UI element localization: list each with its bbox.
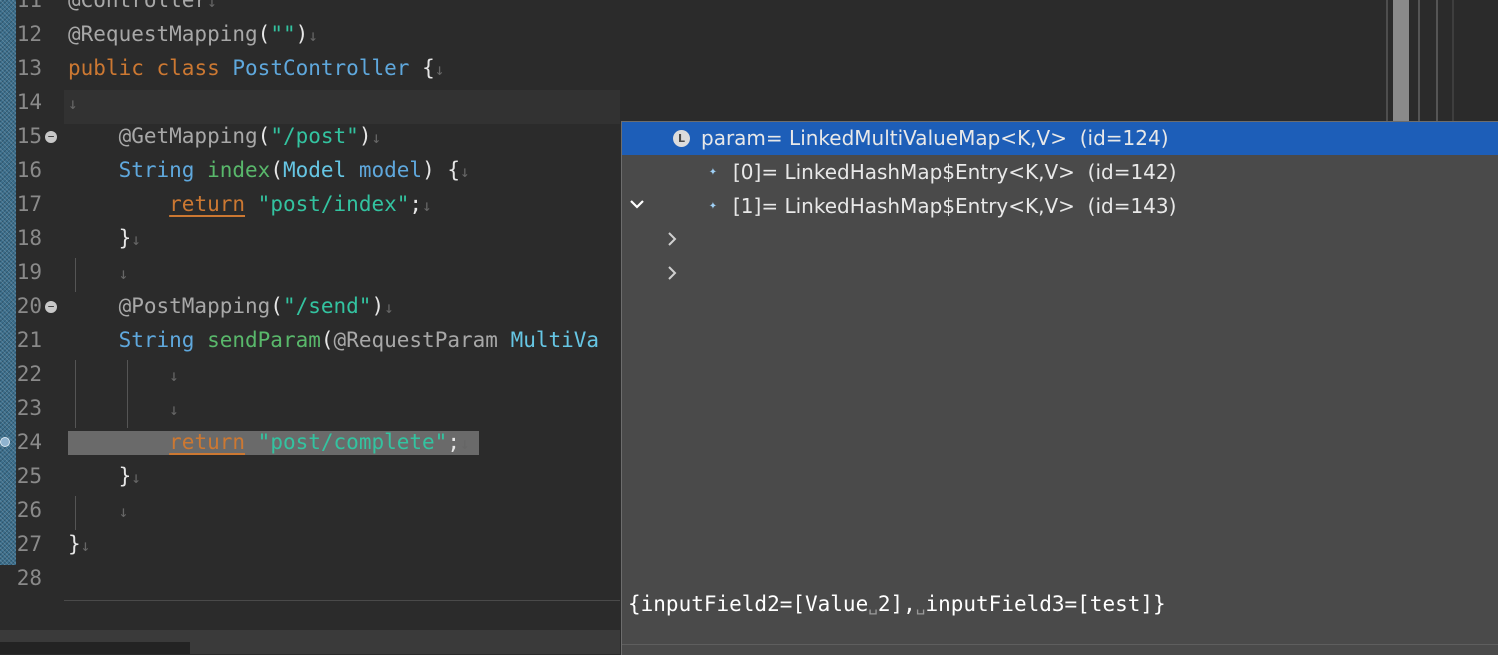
line-number: 26 [16, 498, 42, 522]
fold-collapse-icon[interactable]: − [45, 301, 57, 313]
code-line-17: return "post/index";↓ [169, 192, 432, 216]
breakpoint-icon[interactable] [0, 437, 10, 447]
chevron-down-icon[interactable] [630, 132, 644, 209]
scrollbar-divider [1452, 0, 1454, 122]
line-number: 25 [16, 464, 42, 488]
line-number: 13 [16, 56, 42, 80]
line-number: 22 [16, 362, 42, 386]
line-number: 21 [16, 328, 42, 352]
vertical-scrollbar-thumb[interactable] [1393, 0, 1409, 122]
editor-bottom-border [64, 600, 620, 601]
code-line-14: ↓ [68, 94, 78, 113]
code-line-11: @Controller↓ [68, 0, 217, 12]
code-line-22: ↓ [169, 366, 179, 385]
editor-tab-strip [0, 642, 190, 654]
code-line-15: @GetMapping("/post")↓ [118, 124, 382, 148]
line-number: 17 [16, 192, 42, 216]
line-number: 12 [16, 22, 42, 46]
line-number: 14 [16, 90, 42, 114]
line-number: 11 [16, 0, 42, 12]
variable-tree-row[interactable]: ✦ [0]= LinkedHashMap$Entry<K,V> (id=142) [622, 156, 1498, 246]
code-line-25: }↓ [118, 464, 141, 488]
line-number: 28 [16, 566, 42, 590]
scrollbar-divider [1436, 0, 1438, 122]
code-line-19: ↓ [118, 264, 129, 283]
scrollbar-track [1386, 0, 1388, 122]
array-element-icon: ✦ [708, 167, 718, 178]
code-line-21: String sendParam(@RequestParam MultiVa [118, 328, 600, 352]
overview-ruler [0, 0, 16, 565]
line-number: 18 [16, 226, 42, 250]
fold-collapse-icon[interactable]: − [45, 131, 57, 143]
code-line-20: @PostMapping("/send")↓ [118, 294, 394, 318]
line-number: 20 [16, 294, 42, 318]
line-number: 27 [16, 532, 42, 556]
local-variable-icon: L [673, 130, 690, 147]
scrollbar-divider [1418, 0, 1420, 122]
code-line-24: return "post/complete";↓ [169, 430, 470, 454]
chevron-right-icon[interactable] [666, 200, 678, 280]
code-line-18: }↓ [118, 226, 141, 250]
variable-label: [0]= LinkedHashMap$Entry<K,V> (id=142) [733, 160, 1177, 184]
variable-tree-row-root[interactable]: L param= LinkedMultiValueMap<K,V> (id=12… [622, 122, 1498, 209]
line-number: 23 [16, 396, 42, 420]
chevron-right-icon[interactable] [666, 166, 678, 246]
variable-tree-row[interactable]: ✦ [1]= LinkedHashMap$Entry<K,V> (id=143) [622, 190, 1498, 280]
code-line-23: ↓ [169, 400, 179, 419]
line-number: 15 [16, 124, 42, 148]
line-number: 16 [16, 158, 42, 182]
popup-bottom-border [622, 644, 1498, 645]
line-number: 19 [16, 260, 42, 284]
debug-variable-popup: L param= LinkedMultiValueMap<K,V> (id=12… [621, 121, 1498, 655]
variable-label: param= LinkedMultiValueMap<K,V> (id=124) [701, 126, 1169, 150]
code-line-16: String index(Model model) {↓ [118, 158, 470, 182]
code-line-26: ↓ [118, 502, 129, 521]
line-number: 24 [16, 430, 42, 454]
variable-label: [1]= LinkedHashMap$Entry<K,V> (id=143) [733, 194, 1177, 218]
code-line-13: public class PostController {↓ [68, 56, 445, 80]
code-line-12: @RequestMapping("")↓ [68, 22, 318, 46]
variable-detail-pane[interactable]: {inputField2=[Value␣2],␣inputField3=[tes… [628, 592, 1166, 616]
array-element-icon: ✦ [708, 201, 718, 212]
code-line-27: }↓ [68, 532, 91, 556]
